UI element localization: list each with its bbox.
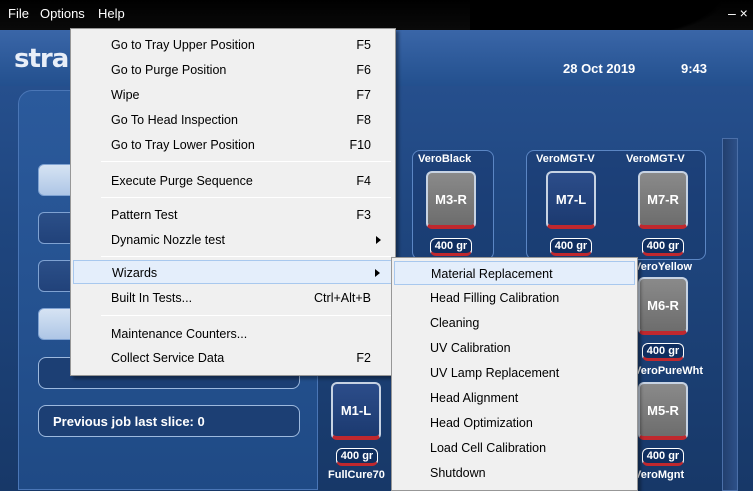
cartridge-m7-r[interactable]: M7-R bbox=[638, 171, 688, 229]
menu-item-built-in-tests[interactable]: Built In Tests... Ctrl+Alt+B bbox=[73, 286, 393, 310]
cartridge-m1-l[interactable]: M1-L bbox=[331, 382, 381, 440]
cartridge-weight: 400 gr bbox=[642, 448, 684, 466]
wizards-submenu: Material Replacement Head Filling Calibr… bbox=[391, 257, 638, 491]
menu-item-collect-service-data[interactable]: Collect Service Data F2 bbox=[73, 346, 393, 370]
material-label: VeroYellow bbox=[634, 261, 693, 273]
cartridge-weight: 400 gr bbox=[550, 238, 592, 256]
cartridge-weight: 400 gr bbox=[336, 448, 378, 466]
wizard-load-cell-calibration[interactable]: Load Cell Calibration bbox=[394, 436, 635, 460]
menu-options[interactable]: Options bbox=[40, 6, 85, 21]
material-label: VeroPureWht bbox=[634, 365, 704, 377]
menu-item-tray-upper[interactable]: Go to Tray Upper Position F5 bbox=[73, 33, 393, 57]
cartridge-weight: 400 gr bbox=[642, 238, 684, 256]
wizard-cleaning[interactable]: Cleaning bbox=[394, 311, 635, 335]
menu-help[interactable]: Help bbox=[98, 6, 125, 21]
cartridge-m6-r[interactable]: M6-R bbox=[638, 277, 688, 335]
menu-item-purge-sequence[interactable]: Execute Purge Sequence F4 bbox=[73, 169, 393, 193]
material-label: VeroBlack bbox=[418, 153, 472, 165]
menu-item-tray-lower[interactable]: Go to Tray Lower Position F10 bbox=[73, 133, 393, 157]
cartridge-m5-r[interactable]: M5-R bbox=[638, 382, 688, 440]
menu-item-pattern-test[interactable]: Pattern Test F3 bbox=[73, 203, 393, 227]
menu-file[interactable]: File bbox=[8, 6, 29, 21]
wizard-head-optimization[interactable]: Head Optimization bbox=[394, 411, 635, 435]
menu-item-maintenance-counters[interactable]: Maintenance Counters... bbox=[73, 322, 393, 346]
wizard-head-alignment[interactable]: Head Alignment bbox=[394, 386, 635, 410]
submenu-arrow-icon bbox=[375, 269, 380, 277]
previous-job-box: Previous job last slice: 0 bbox=[38, 405, 300, 437]
level-bar bbox=[722, 138, 738, 491]
cartridge-m3-r[interactable]: M3-R bbox=[426, 171, 476, 229]
window-controls[interactable]: – × bbox=[728, 5, 748, 21]
previous-job-label: Previous job last slice: 0 bbox=[53, 414, 205, 429]
material-label: VeroMGT-V bbox=[536, 153, 595, 165]
cartridge-m7-l[interactable]: M7-L bbox=[546, 171, 596, 229]
wizard-shutdown[interactable]: Shutdown bbox=[394, 461, 635, 485]
menu-item-purge-position[interactable]: Go to Purge Position F6 bbox=[73, 58, 393, 82]
wizard-material-replacement[interactable]: Material Replacement bbox=[394, 261, 635, 285]
submenu-arrow-icon bbox=[376, 236, 381, 244]
wizard-head-filling-calibration[interactable]: Head Filling Calibration bbox=[394, 286, 635, 310]
wizard-uv-calibration[interactable]: UV Calibration bbox=[394, 336, 635, 360]
cartridge-weight: 400 gr bbox=[642, 343, 684, 361]
material-label: VeroMGT-V bbox=[626, 153, 685, 165]
app-logo: stra bbox=[14, 44, 69, 74]
menu-separator bbox=[101, 315, 391, 316]
material-label: VeroMgnt bbox=[634, 469, 685, 481]
menu-item-head-inspection[interactable]: Go To Head Inspection F8 bbox=[73, 108, 393, 132]
header-time: 9:43 bbox=[681, 61, 708, 76]
material-label: FullCure70 bbox=[328, 469, 385, 481]
wizard-uv-lamp-replacement[interactable]: UV Lamp Replacement bbox=[394, 361, 635, 385]
cartridge-weight: 400 gr bbox=[430, 238, 472, 256]
menu-item-wipe[interactable]: Wipe F7 bbox=[73, 83, 393, 107]
menu-item-dynamic-nozzle[interactable]: Dynamic Nozzle test bbox=[73, 228, 393, 252]
menu-separator bbox=[101, 197, 391, 198]
header-date: 28 Oct 2019 bbox=[563, 61, 636, 76]
menu-separator bbox=[101, 256, 391, 257]
menu-item-wizards[interactable]: Wizards bbox=[73, 260, 393, 284]
options-menu: Go to Tray Upper Position F5 Go to Purge… bbox=[70, 28, 396, 376]
menu-separator bbox=[101, 161, 391, 162]
